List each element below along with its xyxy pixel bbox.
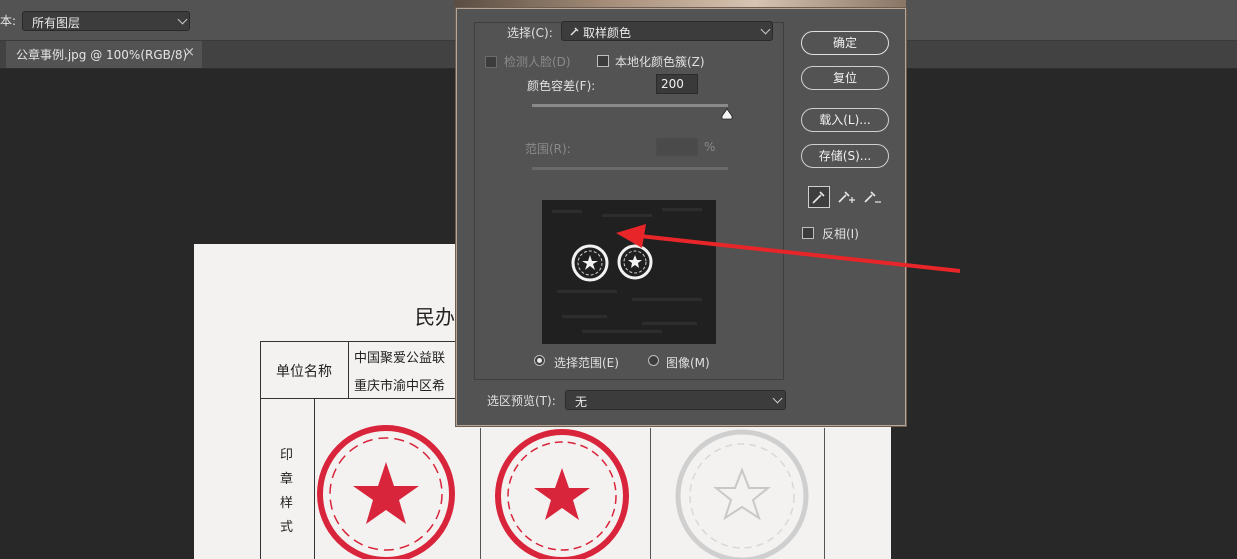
annotation-arrow	[616, 224, 961, 273]
